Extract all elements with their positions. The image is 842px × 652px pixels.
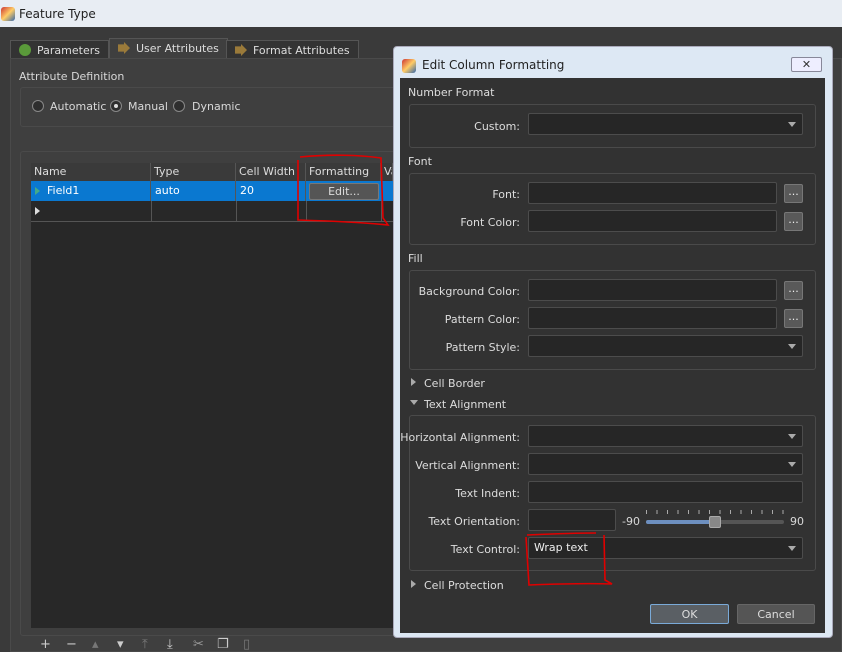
annotation-text-control	[525, 532, 613, 586]
annotation-formatting	[297, 154, 390, 226]
red-annotations	[297, 154, 613, 586]
